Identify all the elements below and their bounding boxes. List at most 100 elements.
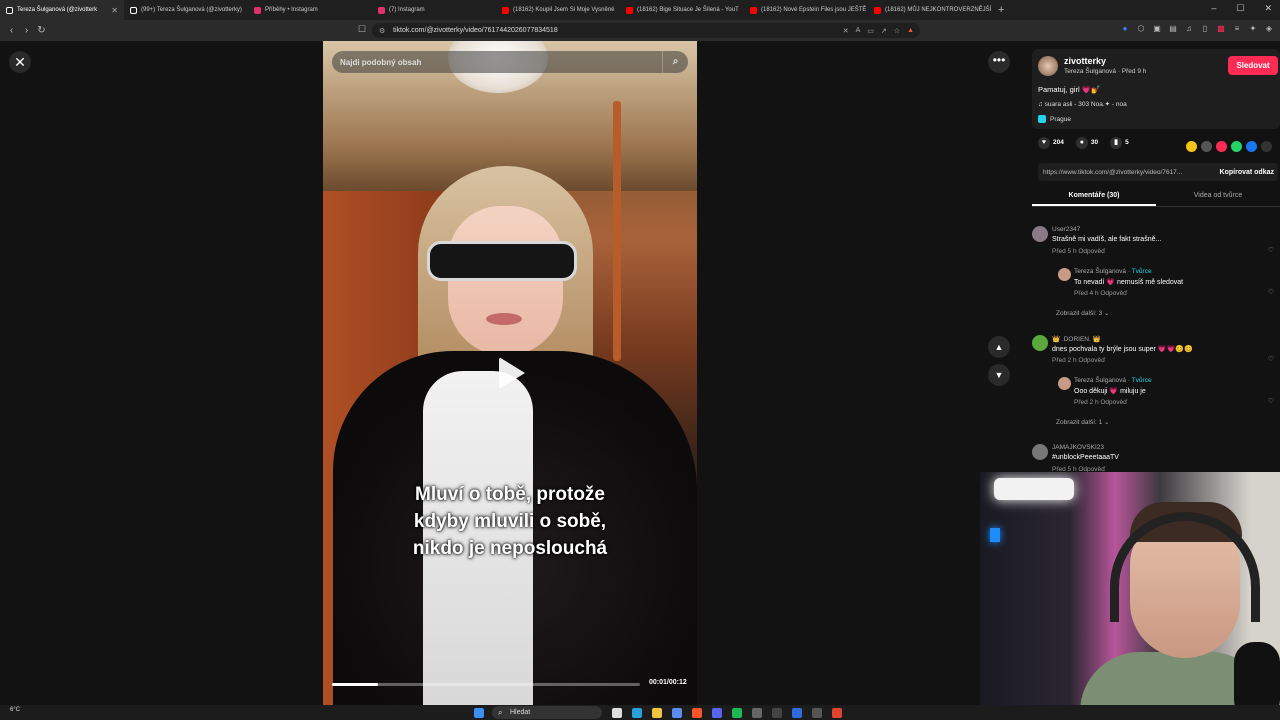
extension-icon[interactable]: ▤ xyxy=(1168,24,1178,33)
menu-icon[interactable]: ≡ xyxy=(1232,24,1242,33)
start-icon[interactable] xyxy=(474,708,484,718)
avatar[interactable] xyxy=(1032,226,1048,242)
discord-icon[interactable] xyxy=(712,708,722,718)
new-tab-button[interactable]: + xyxy=(998,4,1004,16)
app-icon[interactable] xyxy=(772,708,782,718)
avatar[interactable] xyxy=(1058,377,1071,390)
edge-icon[interactable] xyxy=(632,708,642,718)
comment-author[interactable]: Tereza Šulganová · Tvůrce xyxy=(1074,377,1152,384)
minimize-button[interactable]: – xyxy=(1211,3,1216,14)
sidebar-icon[interactable]: ▯ xyxy=(1200,24,1210,33)
comment-author[interactable]: User2347 xyxy=(1052,226,1080,233)
author-username[interactable]: zivotterky xyxy=(1064,56,1106,66)
browser-tab-7[interactable]: (18162) MŮJ NEJKONTROVERZNĚJŠÍ xyxy=(868,0,992,20)
heart-icon[interactable]: ♡ xyxy=(1268,355,1274,363)
like-button[interactable]: ♥ 204 xyxy=(1038,137,1064,149)
author-subtitle: Tereza Šulganová · Před 9 h xyxy=(1064,68,1147,75)
maximize-button[interactable]: ☐ xyxy=(1236,3,1244,14)
avatar[interactable] xyxy=(1032,444,1048,460)
leo-icon[interactable]: ✦ xyxy=(1248,24,1258,33)
search-icon[interactable]: ⌕ xyxy=(662,51,688,73)
webcam-scene xyxy=(994,478,1074,500)
tab-creator-videos[interactable]: Videa od tvůrce xyxy=(1156,187,1280,206)
cast-icon[interactable]: ▭ xyxy=(867,27,874,35)
url-actions: ✕ A ▭ ↗ ☆ ▲ xyxy=(843,27,914,35)
save-button[interactable]: ▮ 5 xyxy=(1110,137,1129,149)
shield-icon[interactable]: ◈ xyxy=(1264,24,1274,33)
comment-button[interactable]: ● 30 xyxy=(1075,137,1098,149)
back-icon[interactable]: ‹ xyxy=(4,25,19,36)
show-more-replies[interactable]: Zobrazit další: 1 ⌄ xyxy=(1056,418,1110,426)
more-options-button[interactable]: ••• xyxy=(988,51,1010,73)
comment-meta[interactable]: Před 5 h Odpověď xyxy=(1052,248,1105,255)
app-icon[interactable] xyxy=(832,708,842,718)
spotify-icon[interactable] xyxy=(732,708,742,718)
share-friends-icon[interactable] xyxy=(1186,141,1197,152)
translate-icon[interactable]: A xyxy=(856,27,861,35)
tab-comments[interactable]: Komentáře (30) xyxy=(1032,187,1156,206)
avatar[interactable] xyxy=(1058,268,1071,281)
browser-tab-6[interactable]: (18162) Nové Epstein Files jsou JEŠTĚ xyxy=(744,0,868,20)
explorer-icon[interactable] xyxy=(652,708,662,718)
task-view-icon[interactable] xyxy=(612,708,622,718)
facebook-icon[interactable] xyxy=(1246,141,1257,152)
close-window-button[interactable]: ✕ xyxy=(1264,3,1272,14)
app-icon[interactable] xyxy=(812,708,822,718)
mute-icon[interactable]: ✕ xyxy=(843,27,849,35)
video-progress-bar[interactable] xyxy=(332,683,640,686)
whatsapp-icon[interactable] xyxy=(1231,141,1242,152)
browser-tab-0[interactable]: Tereza Šulganová (@zivotterk ✕ xyxy=(0,0,124,20)
weather-widget[interactable]: 6°C xyxy=(10,707,20,713)
star-icon[interactable]: ☆ xyxy=(894,27,900,35)
heart-icon[interactable]: ♡ xyxy=(1268,397,1274,405)
url-field[interactable]: ⚙ tiktok.com/@zivotterky/video/761744202… xyxy=(372,23,920,38)
embed-icon[interactable] xyxy=(1201,141,1212,152)
comment-author[interactable]: 👑 .DORIEN. 👑 xyxy=(1052,335,1101,343)
avatar[interactable] xyxy=(1038,56,1058,76)
media-icon[interactable]: ♫ xyxy=(1184,24,1194,33)
comment-author[interactable]: JAMAJKOVSKI23 xyxy=(1052,444,1104,451)
video-player[interactable]: Najdi podobný obsah ⌕ Mluví o tobě, prot… xyxy=(323,41,697,705)
close-tab-icon[interactable]: ✕ xyxy=(111,6,118,15)
share-more-icon[interactable] xyxy=(1261,141,1272,152)
bookmark-icon[interactable]: ☐ xyxy=(358,24,366,35)
app-icon[interactable] xyxy=(792,708,802,718)
browser-tab-4[interactable]: (18162) Koupil Jsem Si Moje Vysněné xyxy=(496,0,620,20)
share-tiktok-icon[interactable] xyxy=(1216,141,1227,152)
heart-icon[interactable]: ♡ xyxy=(1268,288,1274,296)
play-icon[interactable] xyxy=(499,357,525,389)
wallet-icon[interactable]: ▩ xyxy=(1216,24,1226,33)
follow-button[interactable]: Sledovat xyxy=(1228,56,1278,75)
browser-tab-2[interactable]: Příběhy • Instagram xyxy=(248,0,372,20)
music-link[interactable]: ♫ suara asli - 303 Noa.✦ - noa xyxy=(1038,100,1127,108)
comment-meta[interactable]: Před 4 h Odpověď xyxy=(1074,290,1127,297)
browser-tab-1[interactable]: (99+) Tereza Šulganová (@zivotterky) xyxy=(124,0,248,20)
close-video-button[interactable]: ✕ xyxy=(9,51,31,73)
brave-shield-icon[interactable]: ▲ xyxy=(907,27,914,35)
heart-icon[interactable]: ♡ xyxy=(1268,246,1274,254)
reload-icon[interactable]: ↻ xyxy=(34,25,49,36)
share-icon[interactable]: ↗ xyxy=(881,27,887,35)
extension-icon[interactable]: ▣ xyxy=(1152,24,1162,33)
comment-meta[interactable]: Před 2 h Odpověď xyxy=(1074,399,1127,406)
similar-content-search[interactable]: Najdi podobný obsah ⌕ xyxy=(332,51,688,73)
comment-meta[interactable]: Před 2 h Odpověď xyxy=(1052,357,1105,364)
extension-icon[interactable]: ● xyxy=(1120,24,1130,33)
taskbar-search[interactable]: ⌕ Hledat xyxy=(492,706,602,719)
show-more-replies[interactable]: Zobrazit další: 3 ⌄ xyxy=(1056,309,1110,317)
browser-tab-3[interactable]: (7) Instagram xyxy=(372,0,496,20)
avatar[interactable] xyxy=(1032,335,1048,351)
location-tag[interactable]: Prague xyxy=(1038,115,1071,123)
comment-text: Strašně mi vadíš, ale fakt strašně... xyxy=(1052,236,1162,243)
app-icon[interactable] xyxy=(752,708,762,718)
browser-tab-5[interactable]: (18162) Bige Situace Je Šílená - YouT xyxy=(620,0,744,20)
comment-author[interactable]: Tereza Šulganová · Tvůrce xyxy=(1074,268,1152,275)
next-video-button[interactable]: ▼ xyxy=(988,364,1010,386)
extension-icon[interactable]: ⬡ xyxy=(1136,24,1146,33)
copy-link-button[interactable]: Kopírovat odkaz xyxy=(1220,169,1274,176)
store-icon[interactable] xyxy=(672,708,682,718)
previous-video-button[interactable]: ▲ xyxy=(988,336,1010,358)
brave-icon[interactable] xyxy=(692,708,702,718)
site-info-icon[interactable]: ⚙ xyxy=(379,27,385,35)
forward-icon[interactable]: › xyxy=(19,25,34,36)
